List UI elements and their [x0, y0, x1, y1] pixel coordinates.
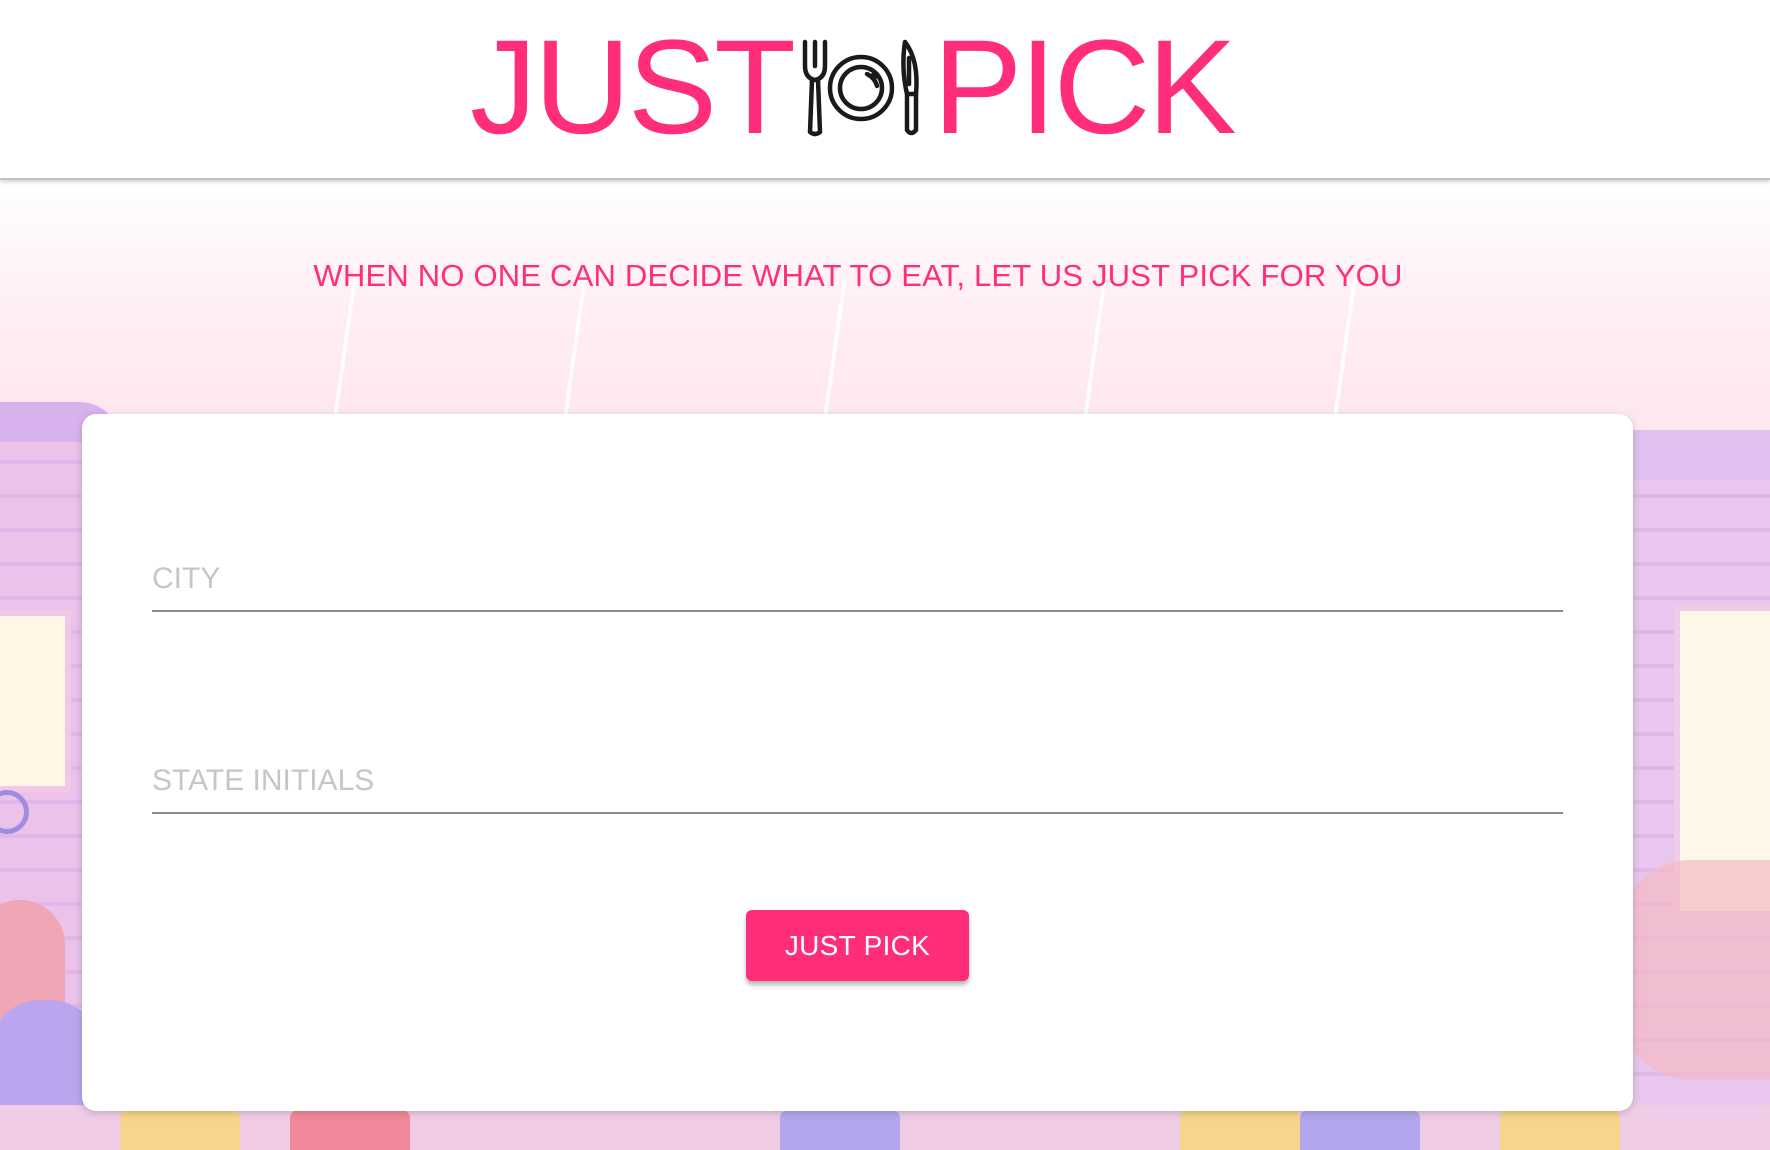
city-field — [152, 562, 1563, 612]
site-header: JUST PICK — [0, 0, 1770, 180]
tagline: WHEN NO ONE CAN DECIDE WHAT TO EAT, LET … — [313, 258, 1403, 293]
city-input[interactable] — [152, 562, 1563, 612]
just-pick-button[interactable]: JUST PICK — [746, 910, 969, 981]
logo-text-right: PICK — [933, 13, 1237, 162]
state-field — [152, 764, 1563, 814]
fork-plate-knife-icon — [802, 39, 919, 137]
bg-figure — [1620, 860, 1770, 1080]
bg-stool — [780, 1110, 900, 1150]
bg-stool — [1180, 1110, 1300, 1150]
search-form-card: JUST PICK — [82, 414, 1633, 1111]
logo-text-left: JUST — [470, 13, 796, 162]
state-initials-input[interactable] — [152, 764, 1563, 814]
bg-window-left — [0, 610, 71, 792]
bg-stool — [1300, 1110, 1420, 1150]
bg-stool — [1500, 1110, 1620, 1150]
logo[interactable]: JUST PICK — [470, 13, 1237, 162]
bg-stool — [290, 1110, 410, 1150]
bg-stool — [120, 1110, 240, 1150]
